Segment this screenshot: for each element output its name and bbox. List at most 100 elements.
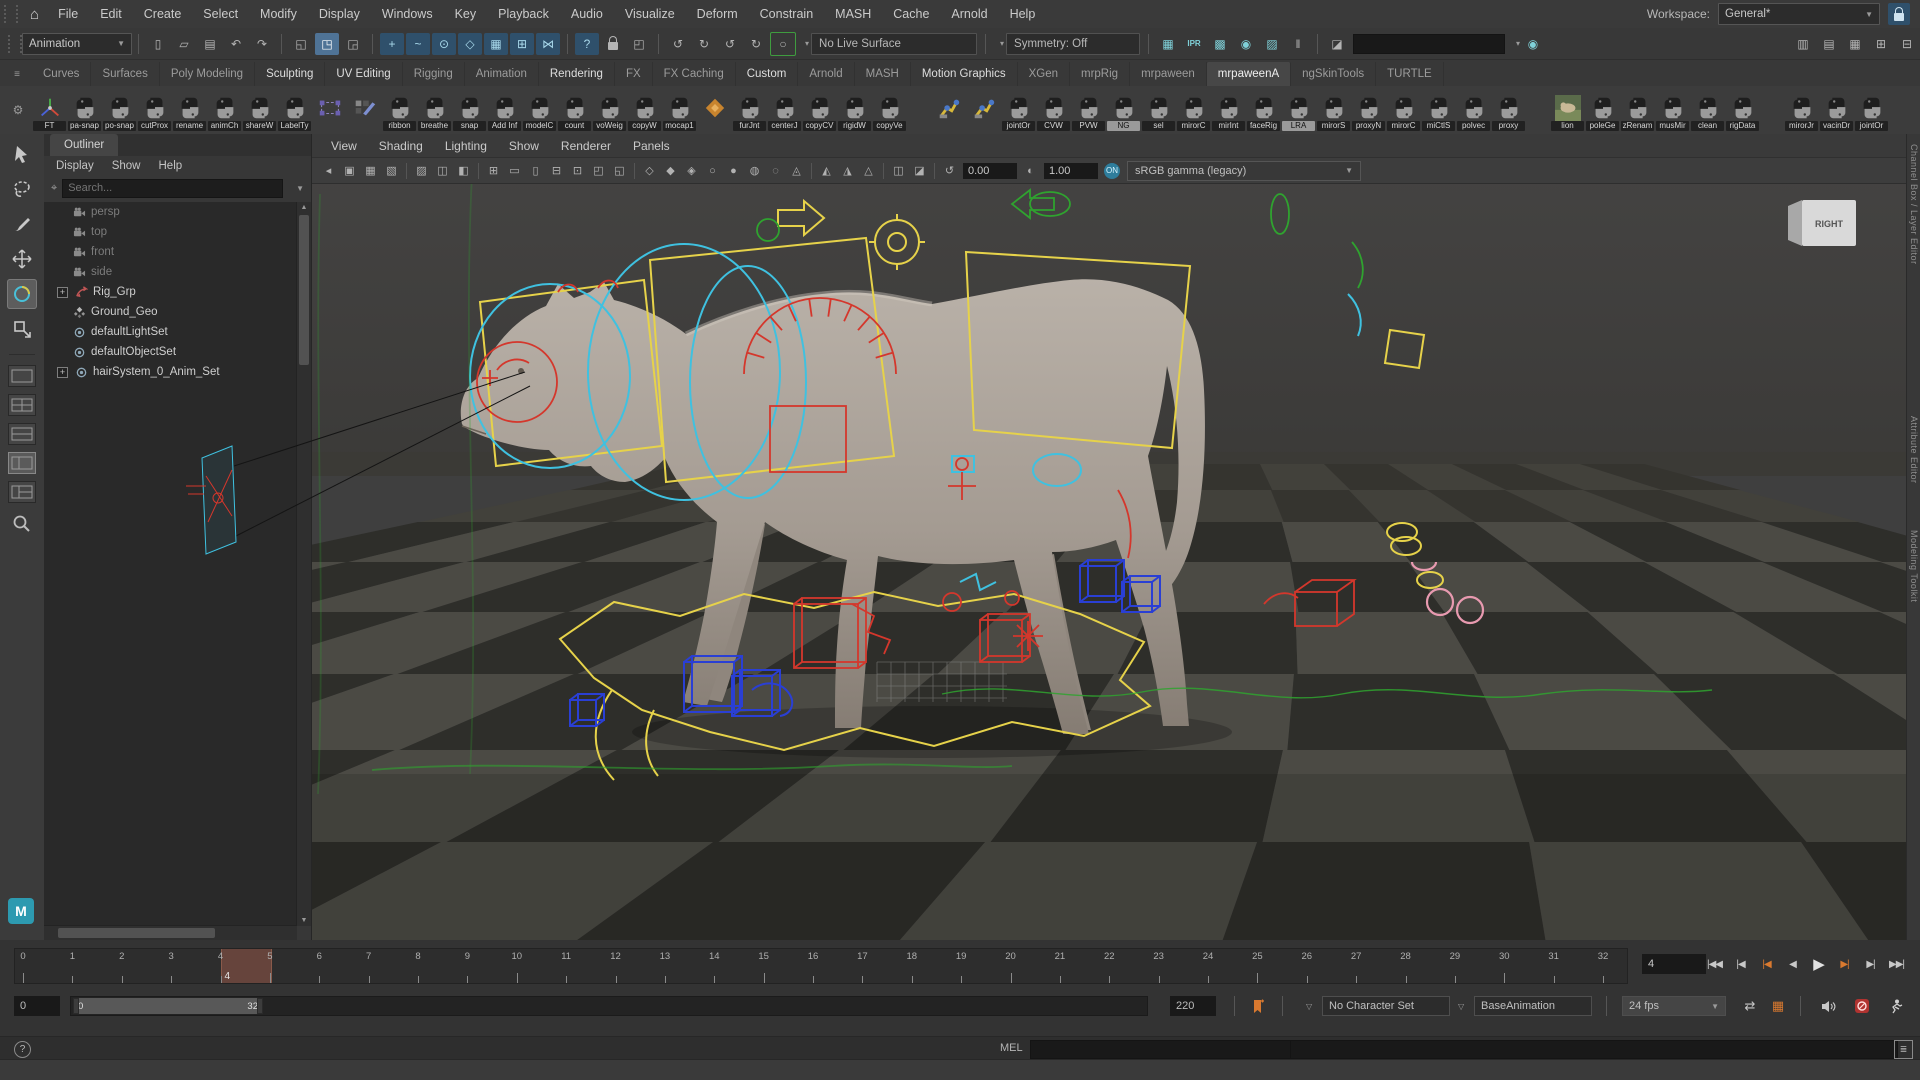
command-line-result[interactable] — [1290, 1040, 1898, 1059]
construction-history-link-3-icon[interactable]: ↺ — [718, 33, 742, 55]
shelf-button-arm-26[interactable] — [931, 88, 966, 132]
move-tool[interactable] — [7, 244, 37, 274]
menu-deform[interactable]: Deform — [686, 0, 749, 28]
snap-to-view-plane-icon[interactable]: ▦ — [484, 33, 508, 55]
redo-icon[interactable]: ↷ — [250, 33, 274, 55]
shelf-tab-ngskintools[interactable]: ngSkinTools — [1291, 62, 1376, 86]
selection-mask-icon[interactable]: ◪ — [1325, 33, 1349, 55]
outliner-menu-display[interactable]: Display — [56, 160, 94, 172]
scrollbar-thumb[interactable] — [299, 215, 309, 365]
menu-modify[interactable]: Modify — [249, 0, 308, 28]
maya-logo[interactable]: M — [8, 898, 34, 924]
construction-history-link-1-icon[interactable]: ↺ — [666, 33, 690, 55]
wireframe-mode-icon[interactable]: ◇ — [640, 161, 659, 180]
gate-mask-icon[interactable]: ⊟ — [547, 161, 566, 180]
auto-keyframe-runner-icon[interactable] — [1886, 996, 1906, 1016]
shelf-button-snap[interactable]: snap — [452, 88, 487, 132]
select-by-object-type-icon[interactable]: ◳ — [315, 33, 339, 55]
snap-to-curve-icon[interactable]: ~ — [406, 33, 430, 55]
two-d-pan-zoom-icon[interactable]: ◫ — [433, 161, 452, 180]
render-settings-icon[interactable]: ▩ — [1208, 33, 1232, 55]
shadows-toggle-icon[interactable]: ● — [724, 161, 743, 180]
save-scene-icon[interactable]: ▤ — [198, 33, 222, 55]
snap-align-icon[interactable]: ⋈ — [536, 33, 560, 55]
script-editor-icon[interactable]: ≣ — [1894, 1040, 1913, 1059]
shelf-tab-arnold[interactable]: Arnold — [798, 62, 854, 86]
menu-select[interactable]: Select — [192, 0, 249, 28]
shelf-tab-fx-caching[interactable]: FX Caching — [653, 62, 736, 86]
outliner-item-defaultobjectset[interactable]: defaultObjectSet — [44, 342, 297, 362]
new-scene-icon[interactable]: ▯ — [146, 33, 170, 55]
shelf-button-sharew[interactable]: shareW — [242, 88, 277, 132]
dock-tab-channel-box-layer-editor[interactable]: Channel Box / Layer Editor — [1909, 144, 1919, 265]
shelf-button-pvw[interactable]: PVW — [1071, 88, 1106, 132]
play-forwards-button[interactable]: ▶ — [1806, 951, 1831, 977]
menu-playback[interactable]: Playback — [487, 0, 560, 28]
shaded-mode-icon[interactable]: ◆ — [661, 161, 680, 180]
chevron-down-icon[interactable]: ▾ — [1516, 39, 1520, 48]
menu-file[interactable]: File — [47, 0, 89, 28]
menu-arnold[interactable]: Arnold — [940, 0, 998, 28]
shelf-button-copyve[interactable]: copyVe — [872, 88, 907, 132]
shelf-tab-uv-editing[interactable]: UV Editing — [325, 62, 402, 86]
shelf-button-jointor[interactable]: jointOr — [1001, 88, 1036, 132]
select-by-hierarchy-icon[interactable]: ◱ — [289, 33, 313, 55]
animation-end-field[interactable]: 220 — [1170, 996, 1216, 1016]
layout-four-pane[interactable] — [8, 394, 36, 416]
shelf-button-proxyn[interactable]: proxyN — [1351, 88, 1386, 132]
shelf-button-ft[interactable]: FT — [32, 88, 67, 132]
menu-audio[interactable]: Audio — [560, 0, 614, 28]
chevron-down-icon[interactable]: ▽ — [1458, 1002, 1464, 1011]
pause-viewport-icon[interactable]: ‖ — [1286, 33, 1310, 55]
outliner-item-ground-geo[interactable]: Ground_Geo — [44, 302, 297, 322]
layout-single-pane[interactable] — [8, 365, 36, 387]
open-scene-icon[interactable]: ▱ — [172, 33, 196, 55]
gamma-reset-icon[interactable]: ◐ — [1021, 161, 1040, 180]
shelf-button-count[interactable]: count — [557, 88, 592, 132]
layout-two-pane-stacked[interactable] — [8, 423, 36, 445]
chevron-down-icon[interactable]: ▾ — [805, 39, 809, 48]
shelf-button-lion[interactable]: lion — [1550, 88, 1585, 132]
outputs-from-selected-icon[interactable]: ◰ — [627, 33, 651, 55]
filter-icon[interactable]: ⌖ — [51, 182, 57, 195]
layout-persp-outliner[interactable] — [8, 452, 36, 474]
construction-history-off-icon[interactable]: ○ — [770, 32, 796, 56]
isolate-select-icon[interactable]: ◭ — [817, 161, 836, 180]
shelf-tab-mrpaweena[interactable]: mrpaweenA — [1207, 62, 1291, 86]
shelf-button-cvw[interactable]: CVW — [1036, 88, 1071, 132]
menu-help[interactable]: Help — [999, 0, 1047, 28]
shelf-button-cutprox[interactable]: cutProx — [137, 88, 172, 132]
workspace-selector[interactable]: General* ▼ — [1718, 3, 1880, 25]
outliner-item-defaultlightset[interactable]: defaultLightSet — [44, 322, 297, 342]
outliner-item-front[interactable]: front — [44, 242, 297, 262]
shelf-button-mictls[interactable]: miCtlS — [1421, 88, 1456, 132]
shelf-button-po-snap[interactable]: po-snap — [102, 88, 137, 132]
shelf-button-rigdata[interactable]: rigData — [1725, 88, 1760, 132]
shelf-button-diamond-19[interactable] — [697, 88, 732, 132]
grease-pencil-icon[interactable]: ◧ — [454, 161, 473, 180]
select-by-component-type-icon[interactable]: ◲ — [341, 33, 365, 55]
menu-set-selector[interactable]: Animation▼ — [22, 33, 132, 55]
shelf-button-mirorc[interactable]: mirorC — [1176, 88, 1211, 132]
paint-effects-sphere-icon[interactable]: ◉ — [1521, 33, 1545, 55]
shelf-tab-curves[interactable]: Curves — [32, 62, 91, 86]
step-back-frame-button[interactable]: |◀ — [1728, 951, 1753, 977]
menu-edit[interactable]: Edit — [89, 0, 133, 28]
viewport-menu-shading[interactable]: Shading — [368, 134, 434, 157]
current-frame-field[interactable]: 4 — [1642, 954, 1706, 974]
menu-key[interactable]: Key — [444, 0, 488, 28]
camera-attributes-icon[interactable]: ▦ — [361, 161, 380, 180]
go-to-start-button[interactable]: |◀◀ — [1702, 951, 1727, 977]
menu-constrain[interactable]: Constrain — [749, 0, 825, 28]
shelf-button-lra[interactable]: LRA — [1281, 88, 1316, 132]
play-backwards-button[interactable]: ◀ — [1780, 951, 1805, 977]
shelf-button-copycv[interactable]: copyCV — [802, 88, 837, 132]
shelf-tab-motion-graphics[interactable]: Motion Graphics — [911, 62, 1018, 86]
film-gate-icon[interactable]: ▭ — [505, 161, 524, 180]
render-view-icon[interactable]: ▨ — [1260, 33, 1284, 55]
time-editor-clip-icon[interactable]: ▦ — [1768, 996, 1788, 1016]
viewport-menu-view[interactable]: View — [320, 134, 368, 157]
drag-handle-icon[interactable] — [4, 5, 18, 23]
toggle-outliner-panel-icon[interactable]: ⊟ — [1895, 33, 1919, 55]
chevron-down-icon[interactable]: ▽ — [1306, 1002, 1312, 1011]
